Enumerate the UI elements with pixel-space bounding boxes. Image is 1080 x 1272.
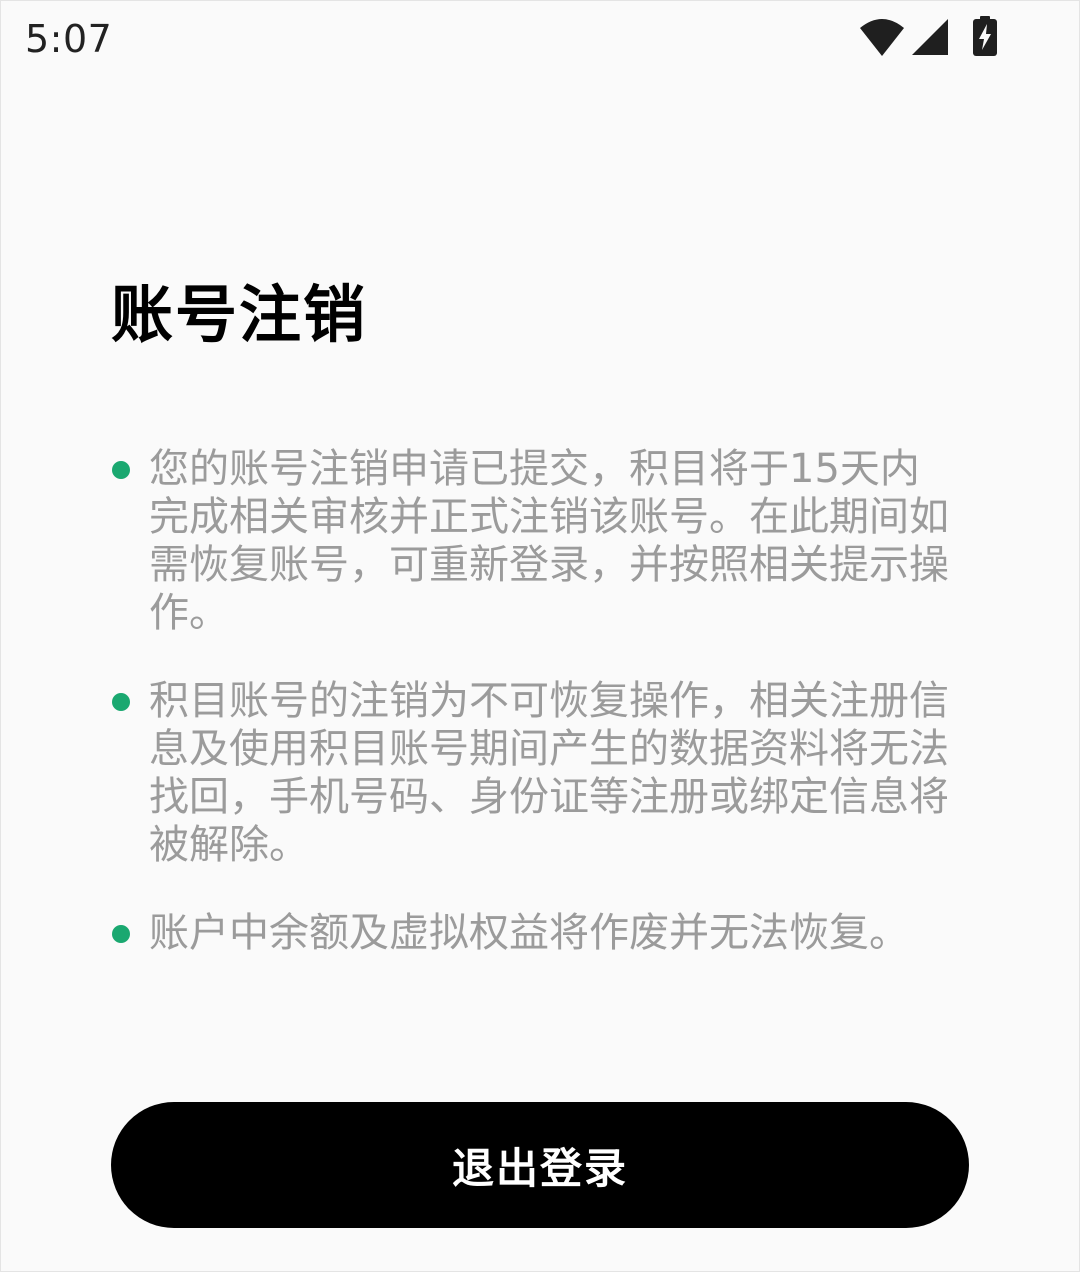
status-time: 5:07 [25, 17, 113, 61]
notice-text: 积目账号的注销为不可恢复操作，相关注册信息及使用积目账号期间产生的数据资料将无法… [149, 678, 949, 868]
status-bar: 5:07 [1, 1, 1079, 81]
notice-text: 账户中余额及虚拟权益将作废并无法恢复。 [149, 910, 909, 956]
notice-item: 积目账号的注销为不可恢复操作，相关注册信息及使用积目账号期间产生的数据资料将无法… [109, 677, 949, 869]
page-title: 账号注销 [111, 278, 368, 351]
status-icons [859, 16, 997, 60]
logout-button[interactable]: 退出登录 [111, 1102, 969, 1228]
notice-item: 您的账号注销申请已提交，积目将于15天内完成相关审核并正式注销该账号。在此期间如… [109, 445, 949, 637]
notice-text: 您的账号注销申请已提交，积目将于15天内完成相关审核并正式注销该账号。在此期间如… [149, 446, 949, 636]
signal-icon [912, 19, 948, 55]
wifi-icon [860, 19, 904, 56]
notice-item: 账户中余额及虚拟权益将作废并无法恢复。 [109, 909, 949, 957]
bullet-dot-icon [112, 461, 130, 479]
bullet-dot-icon [112, 693, 130, 711]
bullet-dot-icon [112, 925, 130, 943]
account-cancellation-screen: 5:07 账号注销 您的账号注销申请已提交，积目将于15天内完成相关审核并正式注… [0, 0, 1080, 1272]
battery-charging-icon [973, 16, 997, 56]
notice-list: 您的账号注销申请已提交，积目将于15天内完成相关审核并正式注销该账号。在此期间如… [109, 445, 959, 997]
